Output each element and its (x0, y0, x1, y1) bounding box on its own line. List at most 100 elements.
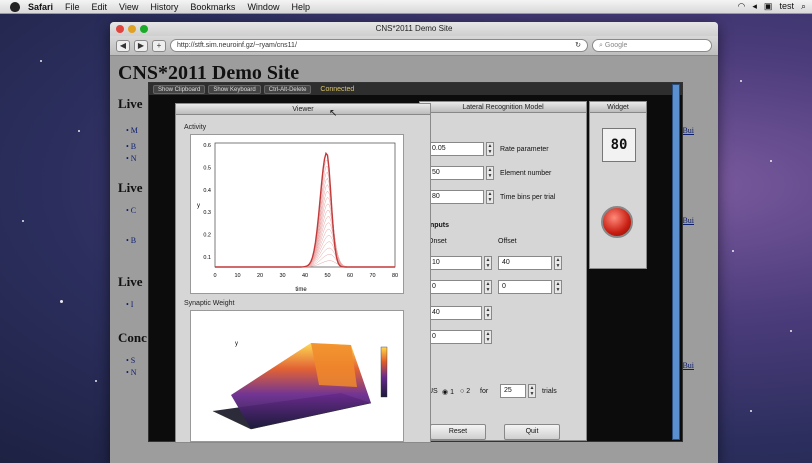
onset-field-2[interactable]: 0 (428, 280, 482, 294)
onset-spinner-1[interactable]: ▲ ▼ (484, 256, 492, 270)
x-tick-label: 0 (213, 273, 216, 279)
spotlight-icon[interactable]: ⌕ (801, 1, 806, 12)
quit-button[interactable]: Quit (504, 424, 560, 440)
list-item[interactable]: • S (126, 356, 135, 365)
menu-safari[interactable]: Safari (28, 2, 53, 12)
extra-spinner-2[interactable]: ▲ ▼ (484, 330, 492, 344)
list-item[interactable]: • B (126, 236, 136, 245)
right-link[interactable]: Bui (682, 126, 694, 135)
reset-button[interactable]: Reset (430, 424, 486, 440)
list-item[interactable]: • I (126, 300, 133, 309)
y-tick-label: 0.6 (203, 143, 211, 149)
address-bar[interactable]: http://stft.sim.neuroinf.gz/~ryam/cns11/… (170, 39, 588, 52)
right-link[interactable]: Bui (682, 216, 694, 225)
surface-y-label: y (235, 341, 238, 347)
activity-curve (215, 254, 395, 268)
list-item[interactable]: • M (126, 126, 138, 135)
menubar-status-area: ◠ ◂ ▣ test ⌕ (738, 1, 806, 12)
offset-field-1[interactable]: 40 (498, 256, 552, 270)
onset-field-1[interactable]: 10 (428, 256, 482, 270)
x-tick-label: 10 (234, 273, 240, 279)
menu-file[interactable]: File (65, 2, 80, 12)
element-number-field[interactable]: 50 (428, 166, 484, 180)
list-item[interactable]: • N (126, 154, 137, 163)
display-icon[interactable]: ▣ (764, 1, 773, 12)
widget-panel: Widget 80 (589, 101, 647, 269)
menu-bookmarks[interactable]: Bookmarks (190, 2, 235, 12)
right-link[interactable]: Bui (682, 361, 694, 370)
zoom-window-button[interactable] (140, 25, 148, 33)
close-window-button[interactable] (116, 25, 124, 33)
power-button[interactable] (601, 206, 633, 238)
browser-toolbar: ◀ ▶ + http://stft.sim.neuroinf.gz/~ryam/… (110, 36, 718, 56)
activity-curve (215, 222, 395, 268)
extra-field-2[interactable]: 0 (428, 330, 482, 344)
section-heading: Live (118, 274, 143, 289)
onset-spinner-2[interactable]: ▲ ▼ (484, 280, 492, 294)
offset-field-2[interactable]: 0 (498, 280, 552, 294)
option-1-radio[interactable]: ◉ 1 (442, 388, 454, 396)
menu-window[interactable]: Window (247, 2, 279, 12)
element-spinner[interactable]: ▲ ▼ (486, 166, 494, 180)
menu-help[interactable]: Help (291, 2, 310, 12)
menu-edit[interactable]: Edit (92, 2, 108, 12)
apple-icon[interactable] (10, 1, 20, 12)
wifi-icon[interactable]: ◠ (738, 1, 746, 12)
volume-icon[interactable]: ◂ (752, 1, 757, 12)
activity-label: Activity (184, 124, 207, 131)
list-item[interactable]: • B (126, 142, 136, 151)
list-item[interactable]: • N (126, 368, 137, 377)
trials-spinner[interactable]: ▲ ▼ (528, 384, 536, 398)
reload-icon[interactable]: ↻ (575, 40, 581, 51)
offset-spinner-2[interactable]: ▲ ▼ (554, 280, 562, 294)
viewer-panel: Viewer Activity 0 10 20 30 40 50 60 70 80 0.6 0.5… (175, 103, 431, 443)
activity-curve (215, 203, 395, 268)
for-label: for (480, 388, 489, 395)
inputs-header: Inputs (428, 222, 449, 229)
activity-chart-svg: 0 10 20 30 40 50 60 70 80 0.6 0.5 0.4 0.3 0.2 0.1 tim… (197, 142, 398, 293)
minimize-window-button[interactable] (128, 25, 136, 33)
offset-header: Offset (498, 238, 517, 245)
y-tick-label: 0.3 (203, 210, 211, 216)
star (732, 250, 734, 252)
menu-view[interactable]: View (119, 2, 138, 12)
activity-curves (215, 151, 395, 268)
element-label: Element number (500, 170, 552, 177)
time-bins-field[interactable]: 80 (428, 190, 484, 204)
y-tick-label: 0.2 (203, 233, 211, 239)
back-button[interactable]: ◀ (116, 39, 130, 52)
colorbar (380, 346, 388, 398)
time-bins-spinner[interactable]: ▲ ▼ (486, 190, 494, 204)
time-bins-label: Time bins per trial (500, 194, 556, 201)
plot-frame (214, 142, 396, 268)
user-name[interactable]: test (779, 1, 794, 12)
forward-button[interactable]: ▶ (134, 39, 148, 52)
vertical-scrollbar[interactable] (672, 84, 680, 440)
activity-curve (215, 228, 395, 268)
x-tick-label: 80 (392, 273, 398, 279)
menu-history[interactable]: History (150, 2, 178, 12)
x-axis-label: time (295, 287, 307, 293)
surface-plot-svg: y (212, 341, 388, 430)
extra-spinner-1[interactable]: ▲ ▼ (484, 306, 492, 320)
star (78, 130, 80, 132)
trials-field[interactable]: 25 (500, 384, 526, 398)
extra-field-1[interactable]: 40 (428, 306, 482, 320)
window-title-bar: CNS*2011 Demo Site (110, 22, 718, 36)
rate-parameter-field[interactable]: 0.05 (428, 142, 484, 156)
list-item[interactable]: • C (126, 206, 136, 215)
rate-spinner[interactable]: ▲ ▼ (486, 142, 494, 156)
add-bookmark-button[interactable]: + (152, 39, 166, 52)
activity-curve (215, 177, 395, 268)
connection-status: Connected (320, 85, 355, 93)
activity-curve (215, 235, 395, 268)
viewer-panel-title: Viewer (176, 104, 430, 115)
offset-spinner-1[interactable]: ▲ ▼ (554, 256, 562, 270)
show-clipboard-button[interactable]: Show Clipboard (153, 84, 206, 94)
option-2-radio[interactable]: ○ 2 (460, 388, 470, 395)
show-keyboard-button[interactable]: Show Keyboard (208, 84, 261, 94)
ctrl-alt-delete-button[interactable]: Ctrl-Alt-Delete (263, 84, 312, 94)
search-field[interactable]: ⌕ Google (592, 39, 712, 52)
widget-panel-title: Widget (590, 102, 646, 113)
section-heading: Conc (118, 330, 147, 345)
